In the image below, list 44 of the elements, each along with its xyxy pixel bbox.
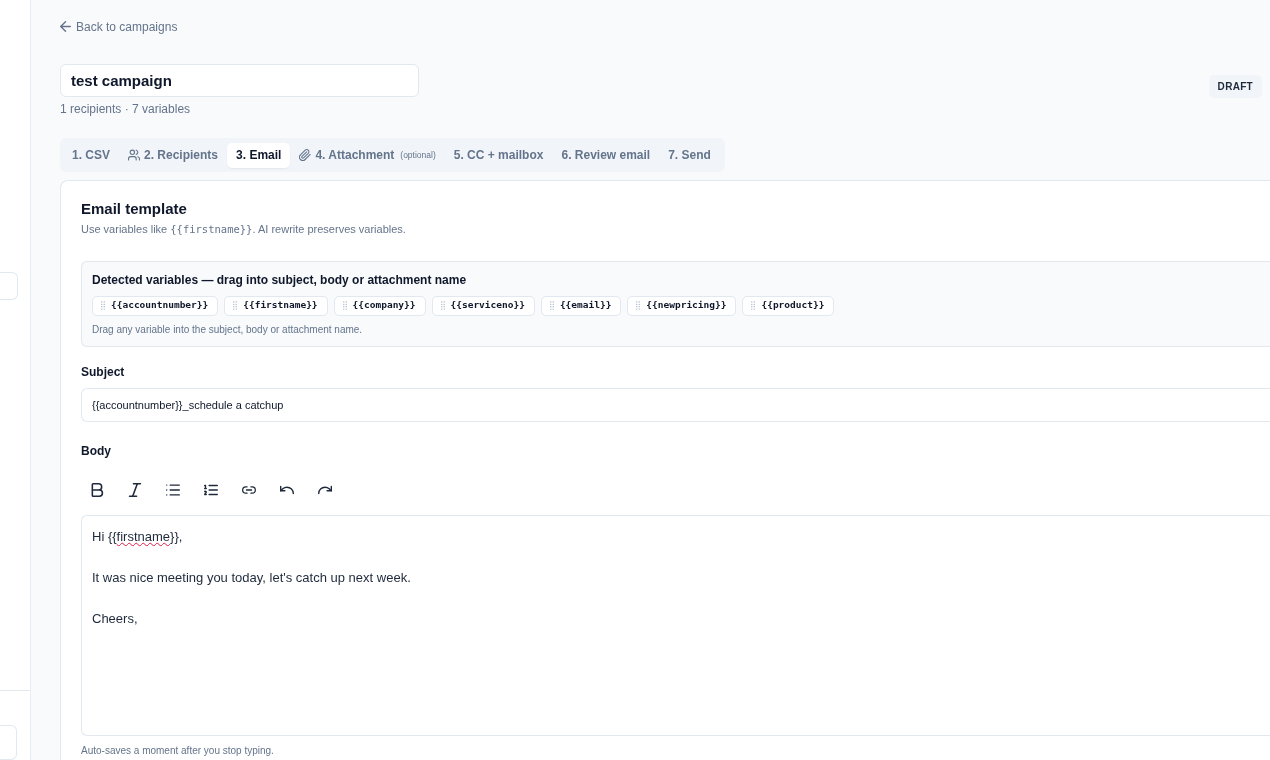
grip-dots-icon — [233, 301, 238, 310]
grip-dots-icon — [101, 301, 105, 310]
step-tab[interactable]: 4. Attachment (optional) — [290, 142, 445, 168]
grip-dots-icon — [342, 301, 347, 310]
campaign-name-field[interactable]: test campaign — [60, 63, 419, 97]
body-paragraph: Cheers, — [92, 609, 139, 628]
paperclip-icon — [299, 149, 312, 161]
variable-chip[interactable]: {{product}} — [742, 295, 835, 316]
step-tab[interactable]: 6. Review email — [552, 142, 660, 168]
grip-dots-icon — [440, 301, 445, 310]
variable-chip[interactable]: {{serviceno}} — [431, 295, 535, 316]
subject-field[interactable]: {{accountnumber}}_schedule a catchup — [81, 387, 1270, 422]
bold-icon — [90, 482, 104, 497]
body-editor[interactable]: Hi {{firstname}}, It was nice meeting you today, let's catch up next week. Cheers, — [81, 514, 1270, 736]
section-description: Use variables like {{firstname}}. AI rewrite preserves variables. — [81, 221, 407, 237]
variable-chip[interactable]: {{email}} — [540, 295, 622, 316]
field-label: Body — [81, 443, 112, 459]
step-tab[interactable]: 1. CSV — [63, 142, 119, 168]
variables-heading: Detected variables — drag into subject, body or attachment name — [92, 272, 468, 288]
variable-chip[interactable]: {{company}} — [333, 295, 426, 316]
variable-chip[interactable]: {{accountnumber}} — [92, 295, 219, 316]
variables-hint: Drag any variable into the subject, body or attachment name. — [92, 322, 364, 336]
italic-icon — [128, 482, 142, 497]
variable-chip[interactable]: {{newpricing}} — [627, 295, 737, 316]
section-title: Email template — [81, 199, 188, 218]
field-label: Subject — [81, 364, 126, 380]
body-paragraph: It was nice meeting you today, let's catch up next week. — [92, 568, 412, 587]
variable-chip[interactable]: {{firstname}} — [224, 295, 328, 316]
grip-dots-icon — [751, 301, 756, 310]
campaign-summary: 1 recipients · 7 variables — [60, 101, 192, 116]
people-icon — [128, 149, 140, 161]
numbered-list-icon — [204, 482, 218, 497]
bullet-list-icon — [166, 482, 180, 497]
grip-dots-icon — [636, 301, 641, 310]
grip-dots-icon — [549, 301, 554, 310]
back-link[interactable]: Back to campaigns — [60, 18, 178, 35]
arrow-left-icon — [60, 21, 71, 32]
status-badge: DRAFT — [1208, 75, 1262, 98]
step-tab[interactable]: 3. Email — [227, 142, 291, 168]
body-paragraph: Hi {{firstname}}, — [92, 527, 184, 546]
step-tab[interactable]: 5. CC + mailbox — [444, 142, 553, 168]
autosave-hint: Auto-saves a moment after you stop typing. — [81, 744, 275, 757]
step-tab[interactable]: 2. Recipients — [119, 142, 228, 168]
step-tab[interactable]: 7. Send — [659, 142, 720, 168]
